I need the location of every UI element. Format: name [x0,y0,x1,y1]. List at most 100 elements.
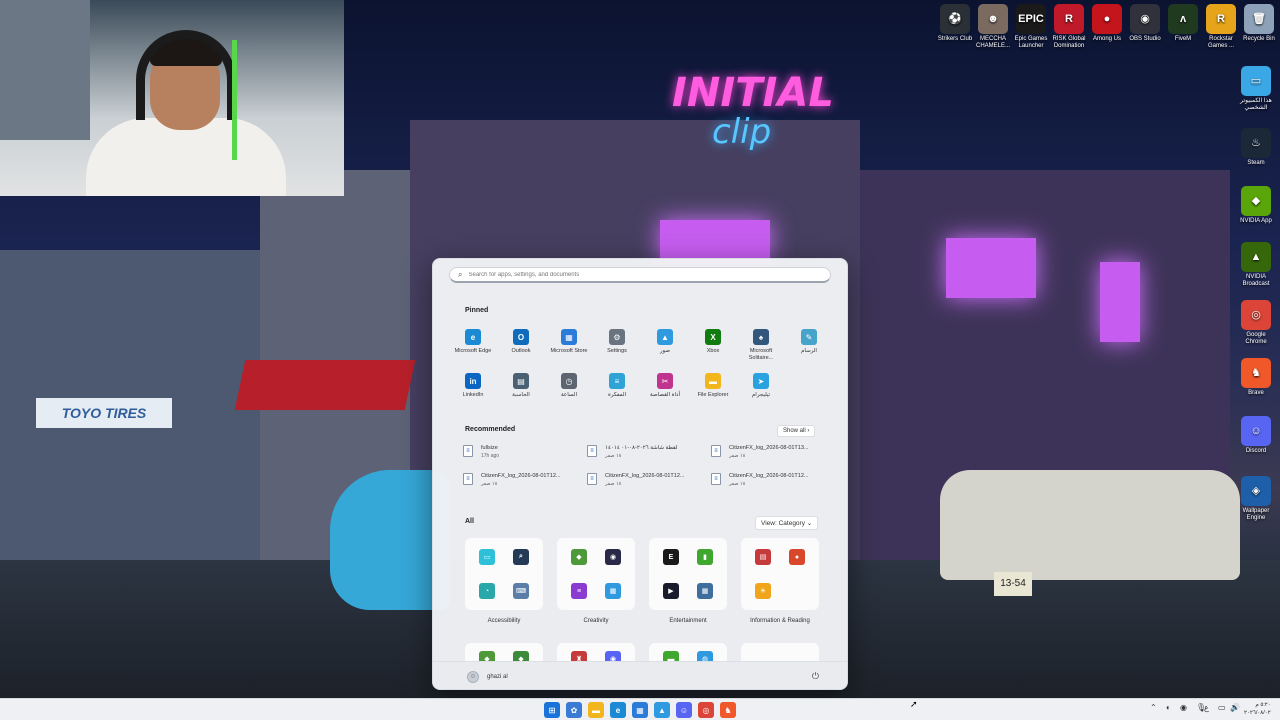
recommended-item-name: CitizenFX_log_2026-08-01T12... [481,473,561,479]
photos-taskbar-icon[interactable]: ▲ [654,702,670,718]
tray-icon[interactable]: ع [1204,703,1209,712]
category-card[interactable]: ◆ ◉ ≡ ▦ [557,538,635,610]
taskbar-clock[interactable]: ٥:٢٠ م ٢٠٢٦/٠٨/٠٢ [1244,701,1271,717]
stacked-app-icon[interactable]: ≡ [571,583,587,599]
pinned-app[interactable]: O Outlook [497,327,545,367]
tray-icon[interactable]: ◉ [1180,703,1187,712]
clipchamp-icon[interactable]: ◆ [571,549,587,565]
category-folder[interactable]: ◆ ◉ ≡ ▦ Creativity [557,538,635,624]
desktop-icon[interactable]: ☻ MECCHA CHAMELE... [974,4,1012,50]
media-player-icon[interactable]: ▶ [663,583,679,599]
desktop-icon[interactable]: ◆ NVIDIA App [1237,186,1275,225]
file-explorer-taskbar-icon[interactable]: ▬ [588,702,604,718]
webcam-background [0,0,90,140]
category-folder[interactable]: E ▮ ▶ ▦ Entertainment [649,538,727,624]
recommended-item[interactable]: ≡ CitizenFX_log_2026-08-01T13... ١٨ صفر [711,445,835,463]
game-bar-icon[interactable]: ▮ [697,549,713,565]
desktop-icon[interactable]: ▲ NVIDIA Broadcast [1237,242,1275,288]
epic-app-icon[interactable]: E [663,549,679,565]
pinned-app[interactable]: e Microsoft Edge [449,327,497,367]
category-folder[interactable]: ▭ ⌕ ◔ ⌨ Accessibility [465,538,543,624]
desktop-icon[interactable]: EPIC Epic Games Launcher [1012,4,1050,50]
desktop-icon[interactable]: R RISK Global Domination [1050,4,1088,50]
desktop-icon[interactable]: ◈ Wallpaper Engine [1237,476,1275,522]
obs-app-icon[interactable]: ◉ [605,549,621,565]
user-name[interactable]: ghazi al [487,674,508,680]
pinned-app[interactable]: ≡ المفكرة [593,371,641,411]
show-all-button[interactable]: Show all › [777,425,816,437]
recommended-item-time: ١٨ صفر [729,481,746,487]
category-card[interactable]: ▭ ⌕ ◔ ⌨ [465,538,543,610]
edge-taskbar-icon[interactable]: e [610,702,626,718]
brave-taskbar-icon[interactable]: ♞ [720,702,736,718]
games-collection-icon[interactable]: ▦ [697,583,713,599]
desktop-icon[interactable]: ʌ FiveM [1164,4,1202,43]
weather-icon[interactable]: ☀ [755,583,771,599]
wallpaper-awning [234,360,416,410]
paint-icon: ✎ [801,329,817,345]
photos-icon: ▲ [657,329,673,345]
onscreen-keyboard-icon[interactable]: ⌨ [513,583,529,599]
category-folder[interactable]: ▤ ● ☀ Information & Reading [741,538,819,624]
desktop-icon[interactable]: ● Among Us [1088,4,1126,43]
tray-icon[interactable]: ▭ [1218,703,1226,712]
desktop-icon[interactable]: ♞ Brave [1237,358,1275,397]
category-label: Accessibility [487,618,521,624]
recommended-item[interactable]: ≡ CitizenFX_log_2026-08-01T12... ١٨ صفر [463,473,587,491]
magnifier-icon[interactable]: ▭ [479,549,495,565]
file-icon: ≡ [463,445,473,457]
desktop-icon[interactable]: ▭ هذا الكمبيوتر الشخصي [1237,66,1275,112]
maps-icon[interactable]: ● [789,549,805,565]
pinned-app[interactable]: ✂ أداة القصاصة [641,371,689,411]
pinned-app[interactable]: ▬ File Explorer [689,371,737,411]
rockstar-icon: R [1206,4,1236,34]
narrator-icon[interactable]: ⌕ [513,549,529,565]
desktop-icon[interactable]: ◉ OBS Studio [1126,4,1164,43]
pinned-app[interactable]: ▦ Microsoft Store [545,327,593,367]
desktop-icon[interactable]: 🗑 Recycle Bin [1240,4,1278,43]
recommended-item[interactable]: ≡ CitizenFX_log_2026-08-01T12... ١٨ صفر [711,473,835,491]
start-search-input[interactable] [468,271,809,278]
desktop-icon[interactable]: ☺ Discord [1237,416,1275,455]
desktop-icon[interactable]: ♨ Steam [1237,128,1275,167]
pinned-app[interactable]: ♠ Microsoft Solitaire... [737,327,785,367]
copilot-taskbar-icon[interactable]: ✿ [566,702,582,718]
pinned-app[interactable]: ✎ الرسام [785,327,833,367]
store-taskbar-icon[interactable]: ▦ [632,702,648,718]
pinned-app[interactable]: ▤ الحاسبة [497,371,545,411]
pinned-app-label: الرسام [801,348,817,354]
recommended-item[interactable]: ≡ CitizenFX_log_2026-08-01T12... ١٨ صفر [587,473,711,491]
pinned-grid: e Microsoft Edge O Outlook ▦ Microsoft Store ⚙… [449,327,833,411]
view-category-dropdown[interactable]: View: Category ⌄ [755,516,819,530]
tray-icon[interactable]: 🔊 [1230,703,1240,712]
tray-icon[interactable]: ◐ [1166,703,1171,712]
desktop-icon[interactable]: R Rockstar Games ... [1202,4,1240,50]
user-avatar[interactable]: ☺ [467,670,479,683]
start-search-box[interactable]: ⌕ [449,267,831,283]
recommended-item[interactable]: ≡ لقطة شاشة ٢٠٢٦-٠٨-٠١ ١٤٠١٤ ١٨ صفر [587,445,711,463]
clock-time: ٥:٢٠ م [1255,702,1271,708]
pinned-app[interactable]: ◷ الساعة [545,371,593,411]
chrome-taskbar-icon[interactable]: ◎ [698,702,714,718]
pinned-app[interactable]: ➤ تيليجرام [737,371,785,411]
recommended-item[interactable]: ≡ fullsize 17h ago [463,445,587,463]
category-card[interactable]: E ▮ ▶ ▦ [649,538,727,610]
tray-icon[interactable]: ⌃ [1150,703,1157,712]
pinned-app[interactable]: X Xbox [689,327,737,367]
news-icon[interactable]: ▤ [755,549,771,565]
recommended-item-time: ١٨ صفر [481,481,498,487]
photos-app-icon[interactable]: ▦ [605,583,621,599]
pinned-app[interactable]: ▲ صور [641,327,689,367]
recommended-item-time: 17h ago [481,453,500,459]
desktop-icon[interactable]: ⚽ Strikers Club [936,4,974,43]
start-button[interactable]: ⊞ [544,702,560,718]
telegram-icon: ➤ [753,373,769,389]
desktop-icon[interactable]: ◎ Google Chrome [1237,300,1275,346]
pinned-app-label: Settings [607,348,627,354]
category-card[interactable]: ▤ ● ☀ [741,538,819,610]
voice-access-icon[interactable]: ◔ [479,583,495,599]
power-icon[interactable]: ⏻ [812,671,819,682]
pinned-app[interactable]: in LinkedIn [449,371,497,411]
pinned-app[interactable]: ⚙ Settings [593,327,641,367]
discord-taskbar-icon[interactable]: ☺ [676,702,692,718]
